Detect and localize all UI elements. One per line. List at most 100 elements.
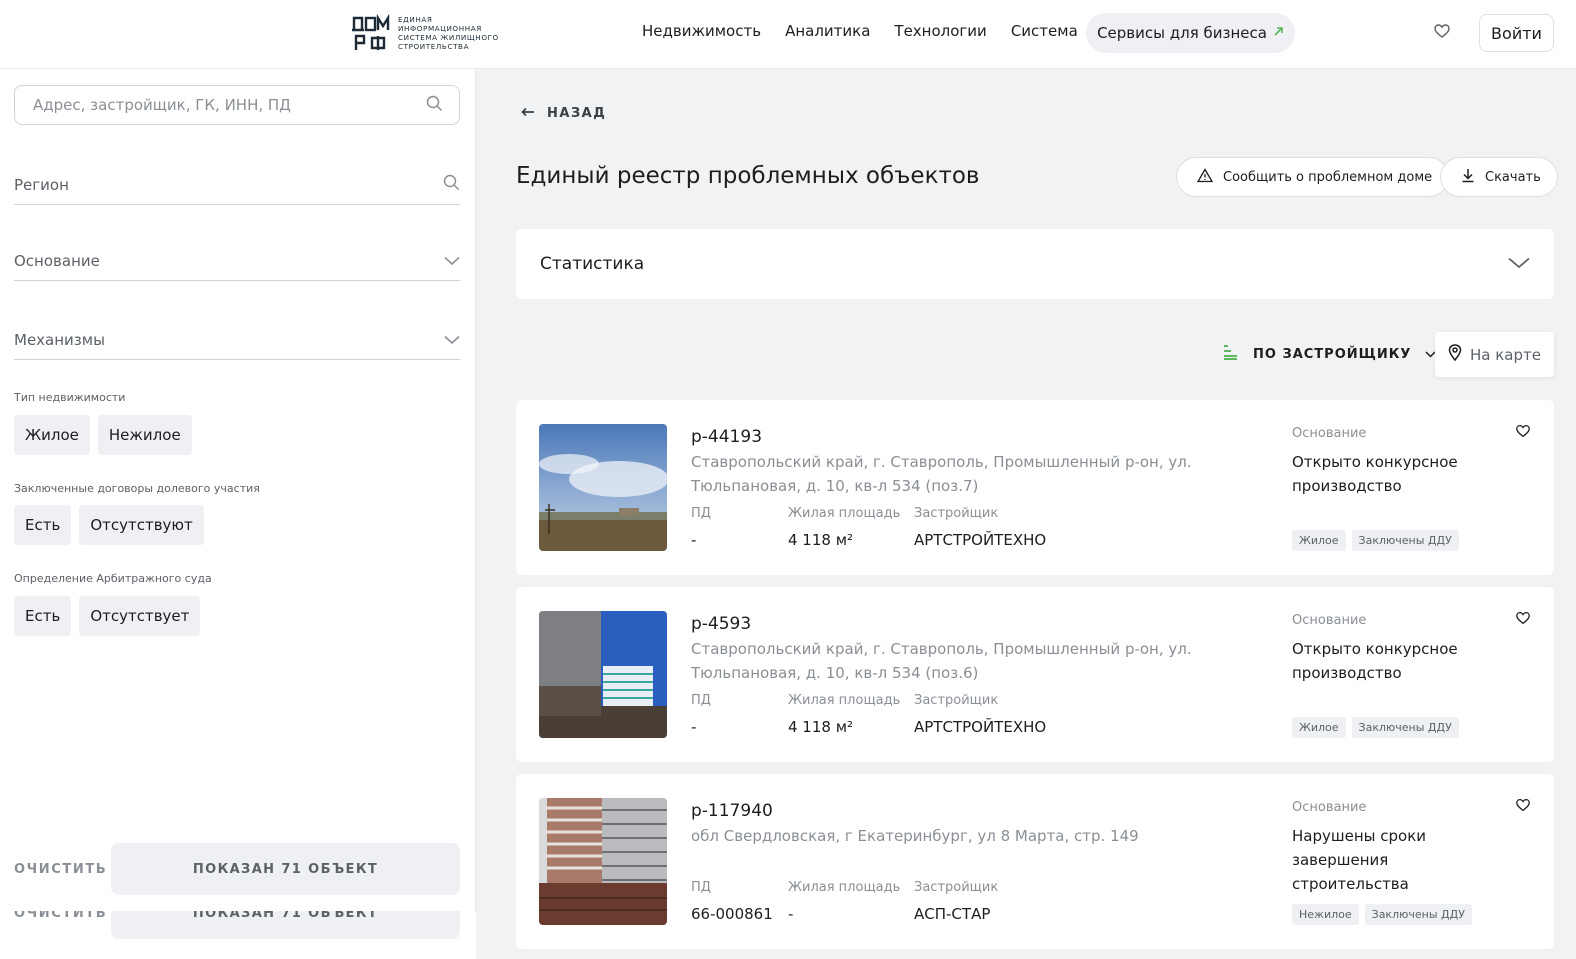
court-chips: Есть Отсутствует (14, 596, 201, 636)
area-label: Жилая площадь (788, 693, 901, 708)
on-map-label: На карте (1470, 345, 1541, 364)
pd-value: - (691, 531, 697, 549)
area-label: Жилая площадь (788, 880, 901, 895)
sort-icon (1223, 344, 1239, 364)
sort-dropdown[interactable]: ПО ЗАСТРОЙЩИКУ (1223, 344, 1436, 364)
developer-label: Застройщик (914, 693, 999, 708)
basis-dropdown[interactable]: Основание (14, 241, 460, 281)
object-address: обл Свердловская, г Екатеринбург, ул 8 М… (691, 827, 1139, 845)
pd-label: ПД (691, 880, 711, 895)
download-label: Скачать (1485, 169, 1541, 185)
tag-type: Жилое (1292, 530, 1346, 551)
dom-rf-logo-icon (352, 13, 392, 52)
pd-value: 66-000861 (691, 905, 773, 923)
favorite-heart-icon[interactable] (1515, 423, 1531, 439)
court-label: Определение Арбитражного суда (14, 572, 212, 585)
area-value: 4 118 м² (788, 531, 854, 549)
statistics-accordion[interactable]: Статистика (516, 229, 1554, 299)
mechanisms-label: Механизмы (14, 330, 105, 349)
map-pin-icon (1448, 344, 1462, 365)
favorites-heart-icon[interactable] (1433, 22, 1451, 40)
property-type-label: Тип недвижимости (14, 391, 126, 404)
basis-label: Основание (14, 251, 100, 270)
chip-court-yes[interactable]: Есть (14, 596, 72, 636)
basis-value: Открыто конкурсное производство (1292, 453, 1458, 495)
developer-value: АРТСТРОЙТЕХНО (914, 718, 1047, 736)
developer-label: Застройщик (914, 880, 999, 895)
tag-ddu: Заключены ДДУ (1364, 904, 1472, 925)
object-tags: Нежилое Заключены ДДУ (1292, 904, 1472, 925)
object-id: р-117940 (691, 801, 773, 821)
area-value: - (788, 905, 794, 923)
object-id: р-4593 (691, 614, 752, 634)
tag-type: Жилое (1292, 717, 1346, 738)
back-label: НАЗАД (547, 106, 607, 121)
arrow-up-right-icon (1273, 26, 1284, 41)
main-nav: Недвижимость Аналитика Технологии Систем… (642, 22, 1078, 40)
region-label: Регион (14, 175, 69, 194)
search-icon[interactable] (426, 95, 443, 116)
region-field[interactable]: Регион (14, 165, 460, 205)
favorite-heart-icon[interactable] (1515, 797, 1531, 813)
clear-button[interactable]: ОЧИСТИТЬ (14, 862, 111, 877)
chip-nonresidential[interactable]: Нежилое (97, 415, 192, 455)
pd-value: - (691, 718, 697, 736)
tag-ddu: Заключены ДДУ (1351, 530, 1459, 551)
chip-ddu-no[interactable]: Отсутствуют (79, 505, 204, 545)
object-photo (539, 424, 667, 551)
top-header: ЕДИНАЯ ИНФОРМАЦИОННАЯ СИСТЕМА ЖИЛИЩНОГО … (0, 0, 1576, 69)
chip-residential[interactable]: Жилое (14, 415, 90, 455)
area-label: Жилая площадь (788, 506, 901, 521)
chip-ddu-yes[interactable]: Есть (14, 505, 72, 545)
logo-text: ЕДИНАЯ ИНФОРМАЦИОННАЯ СИСТЕМА ЖИЛИЩНОГО … (398, 15, 499, 51)
area-value: 4 118 м² (788, 718, 854, 736)
chip-court-no[interactable]: Отсутствует (79, 596, 201, 636)
object-id: р-44193 (691, 427, 763, 447)
pd-label: ПД (691, 693, 711, 708)
sort-label: ПО ЗАСТРОЙЩИКУ (1253, 346, 1412, 362)
chevron-down-icon (444, 252, 460, 270)
main-content: НАЗАД Единый реестр проблемных объектов … (477, 69, 1576, 959)
business-services-button[interactable]: Сервисы для бизнеса (1086, 13, 1295, 53)
sidebar-footer-duplicate: ОЧИСТИТЬ ПОКАЗАН 71 ОБЪЕКТ (0, 911, 476, 959)
on-map-button[interactable]: На карте (1435, 332, 1554, 377)
developer-value: АСП-СТАР (914, 905, 991, 923)
site-logo[interactable]: ЕДИНАЯ ИНФОРМАЦИОННАЯ СИСТЕМА ЖИЛИЩНОГО … (352, 13, 499, 52)
basis-value: Открыто конкурсное производство (1292, 640, 1458, 682)
nav-item-analytics[interactable]: Аналитика (785, 22, 870, 40)
basis-label: Основание (1292, 613, 1367, 628)
object-card[interactable]: р-117940 обл Свердловская, г Екатеринбур… (516, 774, 1554, 949)
object-card[interactable]: р-4593 Ставропольский край, г. Ставропол… (516, 587, 1554, 762)
object-card[interactable]: р-44193 Ставропольский край, г. Ставропо… (516, 400, 1554, 575)
download-icon (1461, 168, 1475, 187)
nav-item-technologies[interactable]: Технологии (894, 22, 986, 40)
object-photo (539, 798, 667, 925)
favorite-heart-icon[interactable] (1515, 610, 1531, 626)
login-button[interactable]: Войти (1479, 14, 1554, 52)
show-results-button[interactable]: ПОКАЗАН 71 ОБЪЕКТ (111, 843, 460, 895)
object-address: Ставропольский край, г. Ставрополь, Пром… (691, 640, 1192, 682)
basis-label: Основание (1292, 800, 1367, 815)
property-type-chips: Жилое Нежилое (14, 415, 192, 455)
clear-button-duplicate: ОЧИСТИТЬ (14, 911, 108, 921)
developer-value: АРТСТРОЙТЕХНО (914, 531, 1047, 549)
search-box (14, 85, 460, 125)
search-icon (443, 174, 460, 195)
show-results-button-duplicate: ПОКАЗАН 71 ОБЪЕКТ (111, 911, 460, 939)
tag-ddu: Заключены ДДУ (1351, 717, 1459, 738)
download-button[interactable]: Скачать (1440, 157, 1558, 197)
report-problem-button[interactable]: Сообщить о проблемном доме (1176, 157, 1450, 197)
chevron-down-icon (444, 331, 460, 349)
sidebar-footer-ghost-row: ОЧИСТИТЬ ПОКАЗАН 71 ОБЪЕКТ (14, 911, 460, 939)
developer-label: Застройщик (914, 506, 999, 521)
business-services-label: Сервисы для бизнеса (1097, 24, 1267, 42)
search-input[interactable] (33, 96, 426, 114)
nav-item-system[interactable]: Система (1011, 22, 1078, 40)
object-tags: Жилое Заключены ДДУ (1292, 530, 1459, 551)
nav-item-realty[interactable]: Недвижимость (642, 22, 761, 40)
mechanisms-dropdown[interactable]: Механизмы (14, 320, 460, 360)
back-link[interactable]: НАЗАД (521, 106, 606, 121)
tag-type: Нежилое (1292, 904, 1359, 925)
arrow-left-icon (521, 106, 535, 121)
object-address: Ставропольский край, г. Ставрополь, Пром… (691, 453, 1192, 495)
